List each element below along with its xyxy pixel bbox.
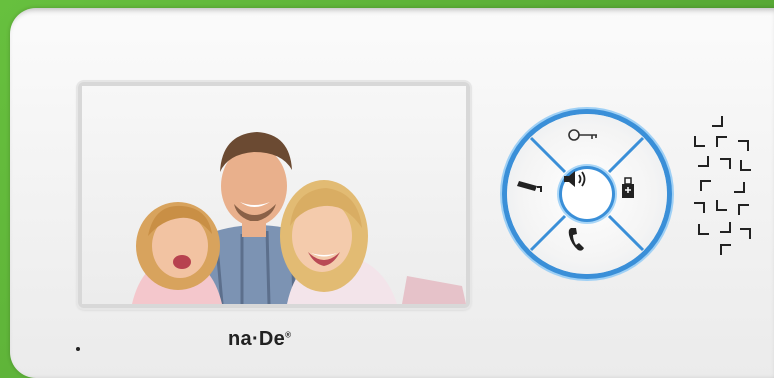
- camera-icon: [517, 181, 542, 192]
- intercom-device: na·De®: [10, 8, 774, 378]
- key-icon: [568, 129, 597, 141]
- brand-logo: na·De®: [228, 328, 292, 350]
- display-screen: [78, 82, 470, 308]
- talk-button[interactable]: [567, 226, 607, 256]
- speaker-icon: [564, 171, 586, 187]
- family-photo: [82, 86, 466, 304]
- phone-icon: [568, 228, 584, 251]
- monitor-button[interactable]: [515, 178, 555, 208]
- microphone-hole: [76, 347, 80, 351]
- intercom-button[interactable]: [619, 176, 659, 206]
- unlock-button[interactable]: [567, 128, 607, 158]
- handset-icon: [622, 177, 634, 198]
- volume-button[interactable]: [562, 169, 612, 219]
- control-keypad: [507, 114, 667, 274]
